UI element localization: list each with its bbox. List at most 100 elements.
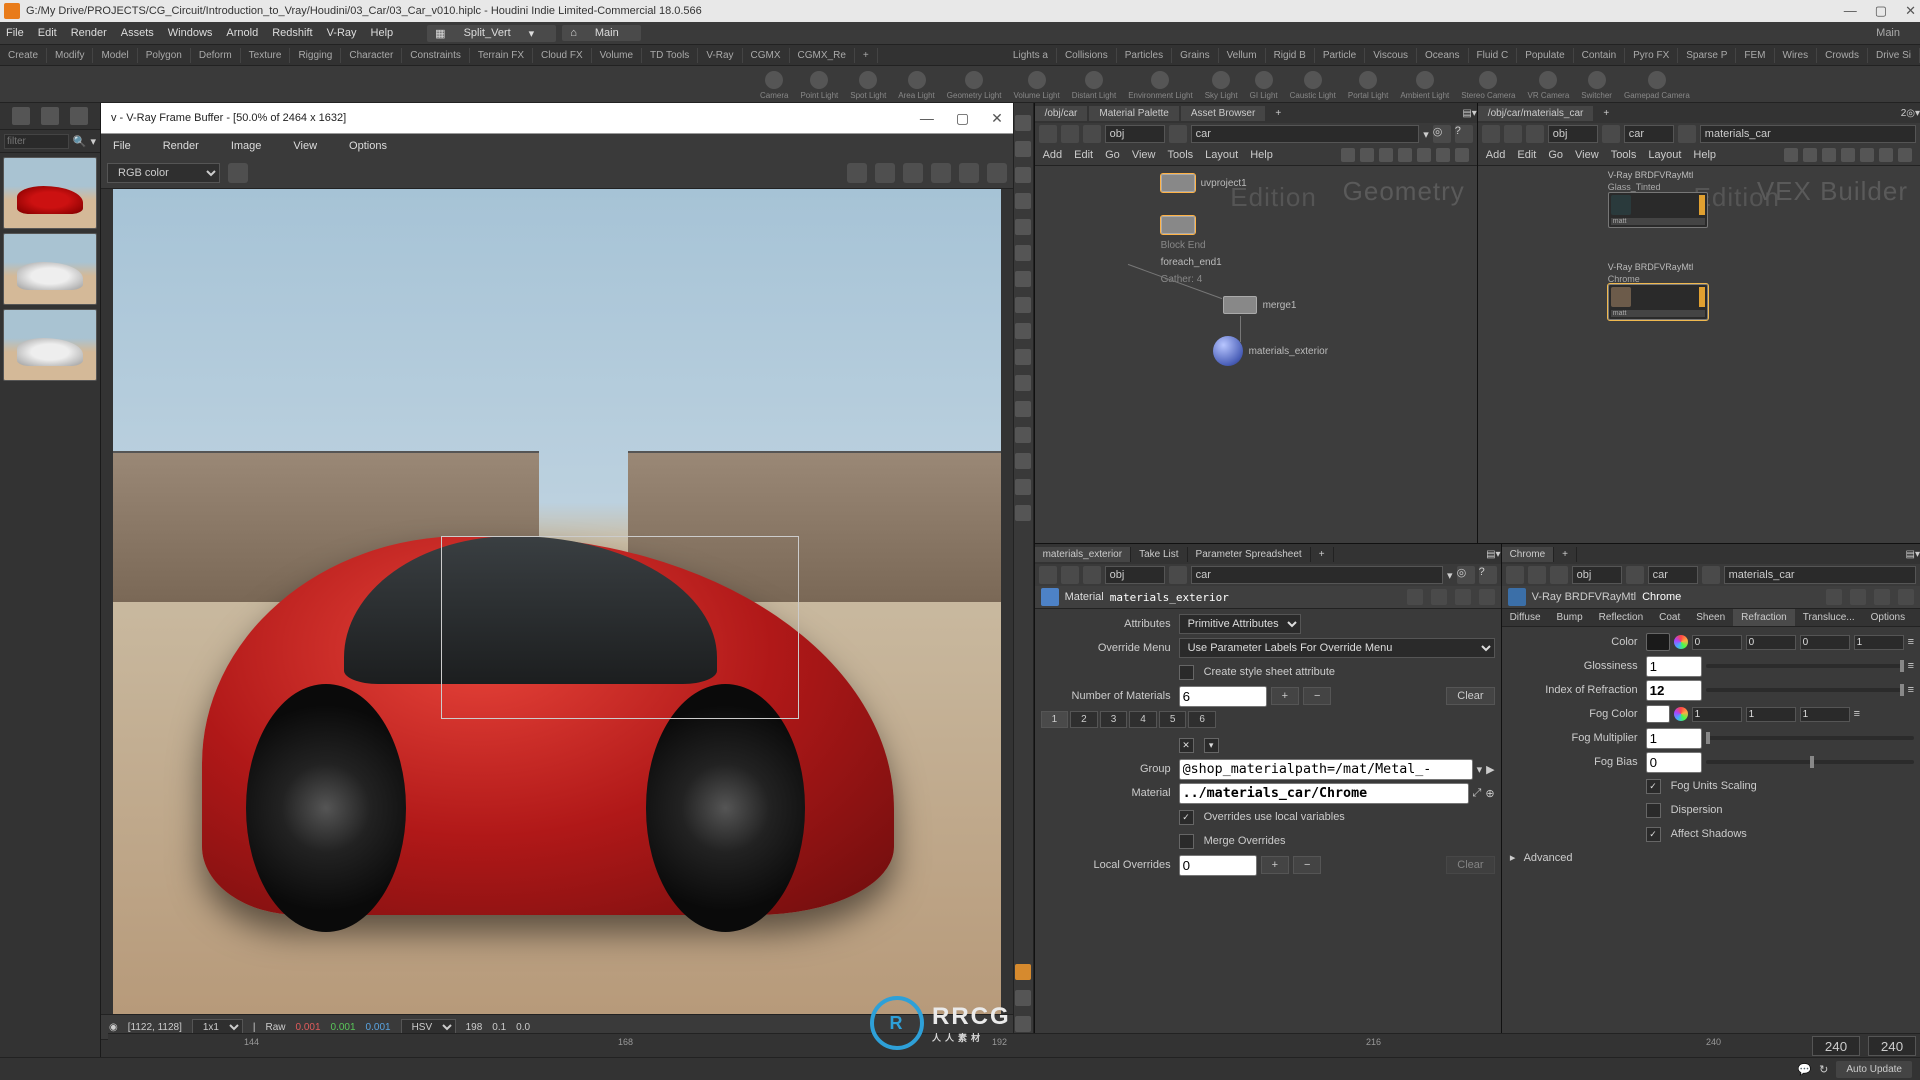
net-ic2[interactable] <box>1360 148 1374 162</box>
filter-input[interactable] <box>4 134 69 149</box>
compare-icon[interactable] <box>931 163 951 183</box>
advanced-collapse[interactable]: ▸Advanced <box>1508 851 1914 864</box>
path-mat[interactable] <box>1700 125 1916 143</box>
shelf-rigid[interactable]: Rigid B <box>1266 48 1315 63</box>
sub-constraints[interactable]: Constraints <box>402 48 470 63</box>
search-icon[interactable] <box>1431 589 1447 605</box>
tab-obj-car[interactable]: /obj/car <box>1035 106 1088 121</box>
window-minimize[interactable]: — <box>1844 3 1857 19</box>
menu-render[interactable]: Render <box>71 27 107 39</box>
loc-clear-button[interactable]: Clear <box>1446 856 1494 874</box>
path-car[interactable] <box>1624 125 1674 143</box>
mtab-sheen[interactable]: Sheen <box>1688 609 1733 626</box>
node-glass-tinted[interactable]: V-Ray BRDFVRayMtl Glass_Tinted matt <box>1608 170 1708 228</box>
node-merge[interactable]: merge1 <box>1223 296 1297 314</box>
affect-shadows-checkbox[interactable]: ✓ <box>1646 827 1661 842</box>
color-b[interactable] <box>1800 635 1850 650</box>
fog-units-checkbox[interactable]: ✓ <box>1646 779 1661 794</box>
node-uvproject[interactable]: uvproject1 <box>1161 174 1247 192</box>
vfb-menu-render[interactable]: Render <box>163 140 199 152</box>
shelf-arealight[interactable]: Area Light <box>898 71 934 100</box>
fog-b[interactable] <box>1800 707 1850 722</box>
shelf-geolight[interactable]: Geometry Light <box>947 71 1002 100</box>
sub-model[interactable]: Model <box>93 48 137 63</box>
nav-back-icon[interactable] <box>1039 125 1057 143</box>
shelf-lights[interactable]: Lights a <box>1005 48 1057 63</box>
sub-volume[interactable]: Volume <box>592 48 642 63</box>
shelf-vellum[interactable]: Vellum <box>1219 48 1266 63</box>
save-image-icon[interactable] <box>847 163 867 183</box>
sub-create[interactable]: Create <box>0 48 47 63</box>
path-obj[interactable] <box>1548 125 1598 143</box>
net-layout[interactable]: Layout <box>1648 149 1681 161</box>
tool-1[interactable] <box>1015 141 1031 157</box>
window-maximize[interactable]: ▢ <box>1875 3 1887 19</box>
tab-param-spreadsheet[interactable]: Parameter Spreadsheet <box>1188 547 1311 562</box>
shelf-fluid[interactable]: Fluid C <box>1469 48 1518 63</box>
shelf-particle[interactable]: Particle <box>1315 48 1365 63</box>
menu-help[interactable]: Help <box>371 27 394 39</box>
fog-mult-input[interactable] <box>1646 728 1702 749</box>
eyedropper-icon[interactable]: ◉ <box>109 1022 118 1033</box>
color-picker-icon[interactable] <box>1674 707 1688 721</box>
net-edit[interactable]: Edit <box>1074 149 1093 161</box>
vfb-close[interactable]: ✕ <box>991 110 1003 127</box>
mtab-reflection[interactable]: Reflection <box>1591 609 1651 626</box>
vfb-render-view[interactable] <box>113 189 1001 1014</box>
net-view[interactable]: View <box>1132 149 1156 161</box>
path-mat[interactable] <box>1724 566 1916 584</box>
nav-back-icon[interactable] <box>1506 566 1524 584</box>
network-canvas-right[interactable]: Edition VEX Builder V-Ray BRDFVRayMtl Gl… <box>1478 166 1920 543</box>
fog-r[interactable] <box>1692 707 1742 722</box>
end-frame-input[interactable] <box>1812 1036 1860 1056</box>
tab-material-palette[interactable]: Material Palette <box>1089 106 1178 121</box>
shelf-drive[interactable]: Drive Si <box>1868 48 1920 63</box>
net-ic6[interactable] <box>1436 148 1450 162</box>
net-ic1[interactable] <box>1341 148 1355 162</box>
auto-update-button[interactable]: Auto Update <box>1836 1061 1912 1078</box>
reorder-icon[interactable]: ▾ <box>1204 738 1219 753</box>
net-view[interactable]: View <box>1575 149 1599 161</box>
shelf-stereocam[interactable]: Stereo Camera <box>1461 71 1515 100</box>
overrides-local-checkbox[interactable]: ✓ <box>1179 810 1194 825</box>
menu-arnold[interactable]: Arnold <box>226 27 258 39</box>
history-tool-c[interactable] <box>70 107 88 125</box>
main-dropdown[interactable]: ⌂ Main <box>562 25 641 41</box>
net-ic2[interactable] <box>1803 148 1817 162</box>
sub-modify[interactable]: Modify <box>47 48 93 63</box>
desktop-dropdown[interactable]: ▦ Split_Vert▾ <box>427 25 556 42</box>
pick-icon[interactable]: ⊕ <box>1485 787 1494 800</box>
override-menu-select[interactable]: Use Parameter Labels For Override Menu <box>1179 638 1495 658</box>
vfb-menu-image[interactable]: Image <box>231 140 262 152</box>
chevron-down-icon[interactable]: ▾ <box>1477 763 1483 776</box>
menu-icon[interactable]: ≡ <box>1908 636 1914 648</box>
target-icon[interactable]: ◎ <box>1457 566 1475 584</box>
shelf-grains[interactable]: Grains <box>1172 48 1218 63</box>
tool-10[interactable] <box>1015 375 1031 391</box>
color-r[interactable] <box>1692 635 1742 650</box>
color-g[interactable] <box>1746 635 1796 650</box>
node-materials-exterior[interactable]: materials_exterior <box>1213 336 1328 366</box>
vfb-menu-view[interactable]: View <box>293 140 317 152</box>
network-canvas-left[interactable]: Edition Geometry uvproject1 Block Endfor… <box>1035 166 1477 543</box>
shelf-causticlight[interactable]: Caustic Light <box>1290 71 1336 100</box>
timeline[interactable]: 144 168 192 216 240 <box>108 1033 1920 1058</box>
mtab-bump[interactable]: Bump <box>1549 609 1591 626</box>
tab-chrome[interactable]: Chrome <box>1502 547 1555 562</box>
shelf-vrcam[interactable]: VR Camera <box>1528 71 1570 100</box>
numtab-2[interactable]: 2 <box>1070 711 1098 728</box>
numtab-5[interactable]: 5 <box>1159 711 1187 728</box>
fog-mult-slider[interactable] <box>1706 736 1914 740</box>
tool-0[interactable] <box>1015 115 1031 131</box>
path-obj[interactable] <box>1105 566 1165 584</box>
net-tools[interactable]: Tools <box>1167 149 1193 161</box>
net-layout[interactable]: Layout <box>1205 149 1238 161</box>
panel-menu-icon[interactable]: ▤▾ <box>1486 549 1500 560</box>
tab-plus[interactable]: + <box>1554 547 1577 562</box>
shelf-collisions[interactable]: Collisions <box>1057 48 1117 63</box>
node-name[interactable]: Chrome <box>1642 591 1681 603</box>
tool-5[interactable] <box>1015 245 1031 261</box>
menu-icon[interactable]: ≡ <box>1854 708 1860 720</box>
tab-take-list[interactable]: Take List <box>1131 547 1187 562</box>
vfb-channel-select[interactable]: RGB color <box>107 163 220 183</box>
